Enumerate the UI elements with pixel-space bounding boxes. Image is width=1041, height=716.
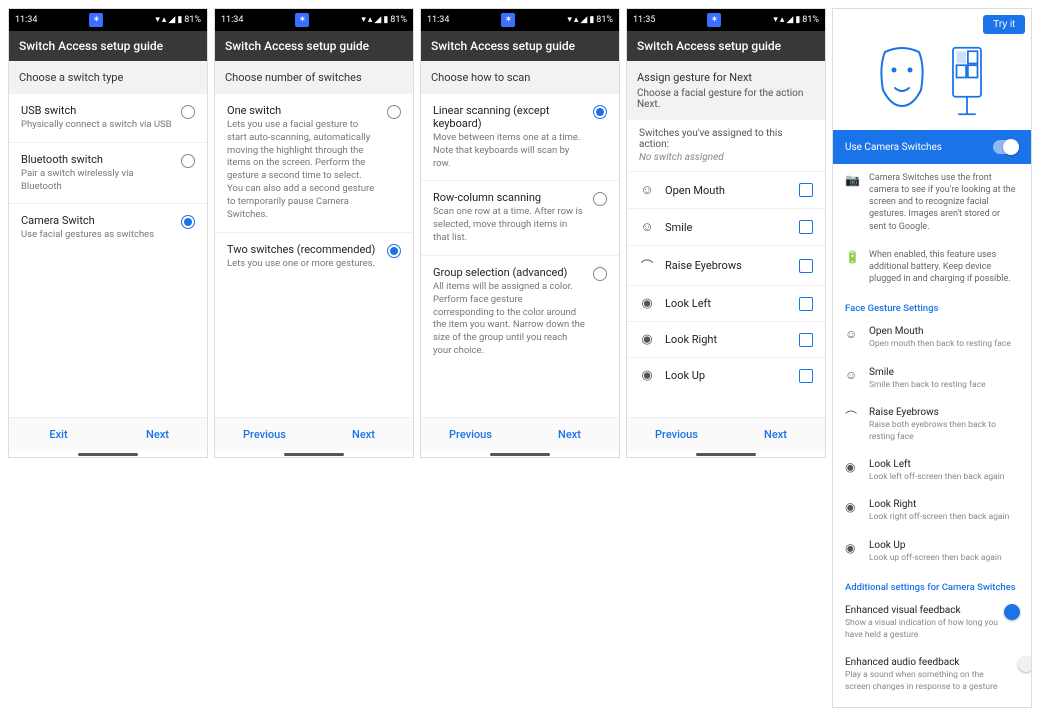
use-camera-switches-toggle[interactable]: Use Camera Switches bbox=[833, 130, 1031, 164]
eye-icon: ◉ bbox=[639, 332, 655, 347]
screen-assign-gesture: 11:35✶ ▾▴◢▮81% Switch Access setup guide… bbox=[626, 8, 826, 458]
setting-smile[interactable]: ☺SmileSmile then back to resting face bbox=[833, 359, 1031, 399]
open-mouth-icon: ☺ bbox=[639, 182, 655, 198]
assigned-label: Switches you've assigned to this action: bbox=[627, 120, 825, 152]
gesture-look-right[interactable]: ◉Look Right bbox=[627, 321, 825, 357]
section-heading: Choose how to scan bbox=[421, 61, 619, 94]
checkbox-icon bbox=[799, 259, 813, 273]
section-heading: Choose a switch type bbox=[9, 61, 207, 94]
gesture-raise-eyebrows[interactable]: ⌒Raise Eyebrows bbox=[627, 245, 825, 285]
section-face-gesture: Face Gesture Settings bbox=[833, 293, 1031, 318]
eye-icon: ◉ bbox=[845, 541, 859, 555]
setting-keep-screen-on[interactable]: Keep screen onKeep the screen on when Ca… bbox=[833, 701, 1031, 708]
option-two-switches[interactable]: Two switches (recommended)Lets you use o… bbox=[215, 233, 413, 281]
gesture-smile[interactable]: ☺Smile bbox=[627, 208, 825, 245]
info-battery: 🔋When enabled, this feature uses additio… bbox=[833, 241, 1031, 293]
checkbox-icon bbox=[799, 297, 813, 311]
eye-icon: ◉ bbox=[639, 368, 655, 383]
setting-open-mouth[interactable]: ☺Open MouthOpen mouth then back to resti… bbox=[833, 318, 1031, 358]
info-camera: 📷Camera Switches use the front camera to… bbox=[833, 164, 1031, 241]
accessibility-app-icon: ✶ bbox=[501, 13, 515, 27]
gesture-look-up[interactable]: ◉Look Up bbox=[627, 357, 825, 393]
eye-icon: ◉ bbox=[639, 296, 655, 311]
setting-audio-feedback[interactable]: Enhanced audio feedbackPlay a sound when… bbox=[833, 649, 1031, 701]
radio-icon bbox=[181, 105, 195, 119]
status-icons: ▾▴◢▮81% bbox=[155, 15, 201, 25]
next-button[interactable]: Next bbox=[108, 418, 207, 451]
camera-icon: 📷 bbox=[845, 172, 859, 233]
section-additional: Additional settings for Camera Switches bbox=[833, 572, 1031, 597]
next-button[interactable]: Next bbox=[314, 418, 413, 451]
gesture-open-mouth[interactable]: ☺Open Mouth bbox=[627, 171, 825, 208]
setting-look-right[interactable]: ◉Look RightLook right off-screen then ba… bbox=[833, 491, 1031, 531]
screen-num-switches: 11:34✶ ▾▴◢▮81% Switch Access setup guide… bbox=[214, 8, 414, 458]
setting-look-up[interactable]: ◉Look UpLook up off-screen then back aga… bbox=[833, 532, 1031, 572]
accessibility-app-icon: ✶ bbox=[295, 13, 309, 27]
options-list: USB switchPhysically connect a switch vi… bbox=[9, 94, 207, 417]
option-camera-switch[interactable]: Camera SwitchUse facial gestures as swit… bbox=[9, 204, 207, 252]
nav-pill[interactable] bbox=[284, 453, 344, 456]
status-time: 11:34 bbox=[15, 15, 37, 25]
radio-icon bbox=[181, 154, 195, 168]
illustration bbox=[833, 40, 1031, 130]
radio-icon bbox=[387, 244, 401, 258]
section-heading: Choose number of switches bbox=[215, 61, 413, 94]
status-bar: 11:34 ✶ ▾▴◢▮81% bbox=[9, 9, 207, 31]
section-heading: Assign gesture for Next Choose a facial … bbox=[627, 61, 825, 120]
radio-icon bbox=[387, 105, 401, 119]
checkbox-icon bbox=[799, 183, 813, 197]
screen-how-to-scan: 11:34✶ ▾▴◢▮81% Switch Access setup guide… bbox=[420, 8, 620, 458]
gesture-look-left[interactable]: ◉Look Left bbox=[627, 285, 825, 321]
previous-button[interactable]: Previous bbox=[215, 418, 314, 451]
checkbox-icon bbox=[799, 220, 813, 234]
no-switch-text: No switch assigned bbox=[627, 152, 825, 171]
status-bar: 11:35✶ ▾▴◢▮81% bbox=[627, 9, 825, 31]
try-it-button[interactable]: Try it bbox=[983, 15, 1025, 34]
checkbox-icon bbox=[799, 369, 813, 383]
option-bluetooth-switch[interactable]: Bluetooth switchPair a switch wirelessly… bbox=[9, 143, 207, 205]
previous-button[interactable]: Previous bbox=[421, 418, 520, 451]
app-bar-title: Switch Access setup guide bbox=[215, 31, 413, 61]
eye-icon: ◉ bbox=[845, 500, 859, 514]
nav-pill[interactable] bbox=[490, 453, 550, 456]
phone-icon bbox=[947, 46, 987, 116]
eyebrows-icon: ⌒ bbox=[845, 408, 859, 425]
radio-icon bbox=[593, 192, 607, 206]
screen-switch-type: 11:34 ✶ ▾▴◢▮81% Switch Access setup guid… bbox=[8, 8, 208, 458]
accessibility-app-icon: ✶ bbox=[89, 13, 103, 27]
next-button[interactable]: Next bbox=[726, 418, 825, 451]
option-usb-switch[interactable]: USB switchPhysically connect a switch vi… bbox=[9, 94, 207, 143]
eyebrows-icon: ⌒ bbox=[639, 256, 655, 275]
radio-icon bbox=[593, 267, 607, 281]
option-row-column[interactable]: Row-column scanningScan one row at a tim… bbox=[421, 181, 619, 255]
screen-camera-switches-settings: Try it Use Camera Switches 📷Camera Switc… bbox=[832, 8, 1032, 708]
face-icon bbox=[877, 46, 927, 108]
checkbox-icon bbox=[799, 333, 813, 347]
app-bar-title: Switch Access setup guide bbox=[627, 31, 825, 61]
app-bar-title: Switch Access setup guide bbox=[9, 31, 207, 61]
option-linear-scanning[interactable]: Linear scanning (except keyboard)Move be… bbox=[421, 94, 619, 181]
open-mouth-icon: ☺ bbox=[845, 327, 859, 341]
option-one-switch[interactable]: One switchLets you use a facial gesture … bbox=[215, 94, 413, 233]
eye-icon: ◉ bbox=[845, 460, 859, 474]
setting-look-left[interactable]: ◉Look LeftLook left off-screen then back… bbox=[833, 451, 1031, 491]
radio-icon bbox=[181, 215, 195, 229]
option-group-selection[interactable]: Group selection (advanced)All items will… bbox=[421, 256, 619, 368]
app-bar-title: Switch Access setup guide bbox=[421, 31, 619, 61]
previous-button[interactable]: Previous bbox=[627, 418, 726, 451]
next-button[interactable]: Next bbox=[520, 418, 619, 451]
status-bar: 11:34✶ ▾▴◢▮81% bbox=[215, 9, 413, 31]
nav-pill[interactable] bbox=[696, 453, 756, 456]
smile-icon: ☺ bbox=[845, 368, 859, 382]
radio-icon bbox=[593, 105, 607, 119]
toggle-icon bbox=[993, 140, 1019, 154]
status-bar: 11:34✶ ▾▴◢▮81% bbox=[421, 9, 619, 31]
exit-button[interactable]: Exit bbox=[9, 418, 108, 451]
smile-icon: ☺ bbox=[639, 219, 655, 235]
setting-visual-feedback[interactable]: Enhanced visual feedbackShow a visual in… bbox=[833, 597, 1031, 649]
setting-raise-eyebrows[interactable]: ⌒Raise EyebrowsRaise both eyebrows then … bbox=[833, 399, 1031, 451]
accessibility-app-icon: ✶ bbox=[707, 13, 721, 27]
nav-pill[interactable] bbox=[78, 453, 138, 456]
battery-icon: 🔋 bbox=[845, 249, 859, 285]
